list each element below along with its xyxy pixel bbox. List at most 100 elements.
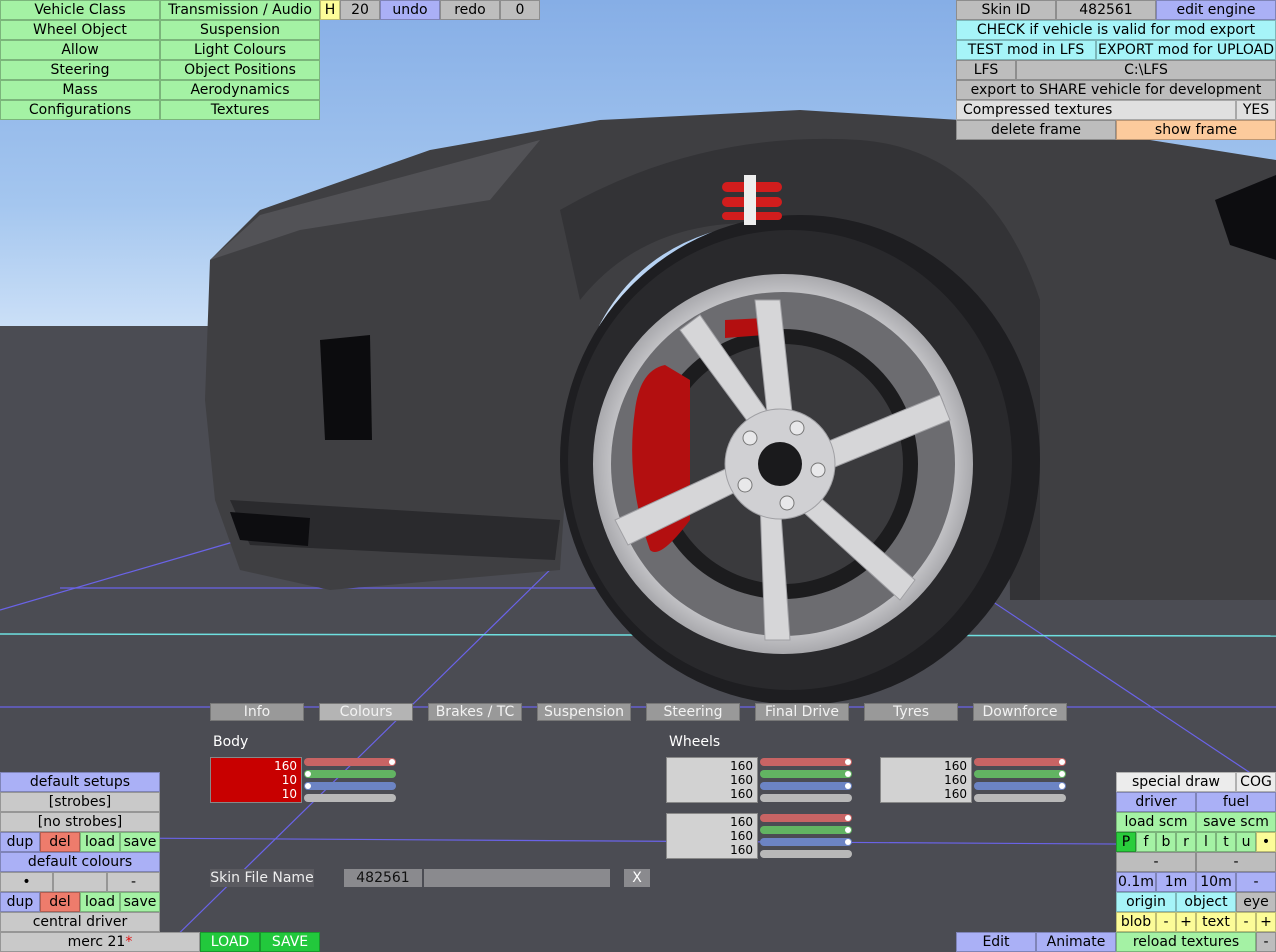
- object-button[interactable]: object: [1176, 892, 1236, 912]
- default-setups-button[interactable]: default setups: [0, 772, 160, 792]
- body-red-slider[interactable]: [304, 758, 396, 766]
- no-strobes-button[interactable]: [no strobes]: [0, 812, 160, 832]
- show-frame-button[interactable]: show frame: [1116, 120, 1276, 140]
- menu-object-positions[interactable]: Object Positions: [160, 60, 320, 80]
- menu-configurations[interactable]: Configurations: [0, 100, 160, 120]
- dash-button-2[interactable]: -: [1196, 852, 1276, 872]
- eye-button[interactable]: eye: [1236, 892, 1276, 912]
- view-t-button[interactable]: t: [1216, 832, 1236, 852]
- wheels-colour-swatch-2[interactable]: 160 160 160: [880, 757, 972, 803]
- menu-vehicle-class[interactable]: Vehicle Class: [0, 0, 160, 20]
- body-alpha-slider[interactable]: [304, 794, 396, 802]
- tab-steering[interactable]: Steering: [646, 703, 740, 721]
- edit-button[interactable]: Edit: [956, 932, 1036, 952]
- step-0-1m-button[interactable]: 0.1m: [1116, 872, 1156, 892]
- tab-suspension[interactable]: Suspension: [537, 703, 631, 721]
- redo-button[interactable]: redo: [440, 0, 500, 20]
- tab-tyres[interactable]: Tyres: [864, 703, 958, 721]
- delete-frame-button[interactable]: delete frame: [956, 120, 1116, 140]
- load-scm-button[interactable]: load scm: [1116, 812, 1196, 832]
- compressed-textures-toggle[interactable]: YES: [1236, 100, 1276, 120]
- text-minus-button[interactable]: -: [1236, 912, 1256, 932]
- dash-button-1[interactable]: -: [1116, 852, 1196, 872]
- menu-steering[interactable]: Steering: [0, 60, 160, 80]
- export-mod-button[interactable]: EXPORT mod for UPLOAD: [1096, 40, 1276, 60]
- blob-button[interactable]: blob: [1116, 912, 1156, 932]
- wheels1-alpha-slider[interactable]: [760, 794, 852, 802]
- step-10m-button[interactable]: 10m: [1196, 872, 1236, 892]
- driver-button[interactable]: driver: [1116, 792, 1196, 812]
- save-scm-button[interactable]: save scm: [1196, 812, 1276, 832]
- step-1m-button[interactable]: 1m: [1156, 872, 1196, 892]
- body-green-slider[interactable]: [304, 770, 396, 778]
- tab-brakes-tc[interactable]: Brakes / TC: [428, 703, 522, 721]
- setups-del-button[interactable]: del: [40, 832, 80, 852]
- tab-info[interactable]: Info: [210, 703, 304, 721]
- cog-button[interactable]: COG: [1236, 772, 1276, 792]
- wheels1-green-slider[interactable]: [760, 770, 852, 778]
- car-name-field[interactable]: merc 21 *: [0, 932, 200, 952]
- menu-suspension[interactable]: Suspension: [160, 20, 320, 40]
- wheels-colour-swatch-3[interactable]: 160 160 160: [666, 813, 758, 859]
- check-valid-button[interactable]: CHECK if vehicle is valid for mod export: [956, 20, 1276, 40]
- export-share-button[interactable]: export to SHARE vehicle for development: [956, 80, 1276, 100]
- colours-save-button[interactable]: save: [120, 892, 160, 912]
- reload-minus-button[interactable]: -: [1256, 932, 1276, 952]
- lfs-path[interactable]: C:\LFS: [1016, 60, 1276, 80]
- text-plus-button[interactable]: +: [1256, 912, 1276, 932]
- menu-aerodynamics[interactable]: Aerodynamics: [160, 80, 320, 100]
- save-button[interactable]: SAVE: [260, 932, 320, 952]
- default-colours-button[interactable]: default colours: [0, 852, 160, 872]
- tab-downforce[interactable]: Downforce: [973, 703, 1067, 721]
- menu-light-colours[interactable]: Light Colours: [160, 40, 320, 60]
- view-p-button[interactable]: P: [1116, 832, 1136, 852]
- fuel-button[interactable]: fuel: [1196, 792, 1276, 812]
- menu-textures[interactable]: Textures: [160, 100, 320, 120]
- wheels2-blue-slider[interactable]: [974, 782, 1066, 790]
- view-dot-button[interactable]: •: [1256, 832, 1276, 852]
- menu-allow[interactable]: Allow: [0, 40, 160, 60]
- 3d-viewport[interactable]: [0, 0, 1276, 952]
- wheels3-red-slider[interactable]: [760, 814, 852, 822]
- strobes-button[interactable]: [strobes]: [0, 792, 160, 812]
- blob-plus-button[interactable]: +: [1176, 912, 1196, 932]
- wheels2-red-slider[interactable]: [974, 758, 1066, 766]
- wheels3-alpha-slider[interactable]: [760, 850, 852, 858]
- setups-save-button[interactable]: save: [120, 832, 160, 852]
- colours-dup-button[interactable]: dup: [0, 892, 40, 912]
- colours-load-button[interactable]: load: [80, 892, 120, 912]
- wheels2-green-slider[interactable]: [974, 770, 1066, 778]
- setups-load-button[interactable]: load: [80, 832, 120, 852]
- step-minus-button[interactable]: -: [1236, 872, 1276, 892]
- skin-file-clear-button[interactable]: X: [624, 869, 650, 887]
- view-l-button[interactable]: l: [1196, 832, 1216, 852]
- reload-textures-button[interactable]: reload textures: [1116, 932, 1256, 952]
- colours-middle-button[interactable]: [53, 872, 107, 892]
- edit-engine-button[interactable]: edit engine: [1156, 0, 1276, 20]
- menu-wheel-object[interactable]: Wheel Object: [0, 20, 160, 40]
- skin-file-name-value[interactable]: 482561: [344, 869, 422, 887]
- colours-dot-button[interactable]: •: [0, 872, 53, 892]
- wheels2-alpha-slider[interactable]: [974, 794, 1066, 802]
- wheels-colour-swatch-1[interactable]: 160 160 160: [666, 757, 758, 803]
- menu-transmission-audio[interactable]: Transmission / Audio: [160, 0, 320, 20]
- colours-del-button[interactable]: del: [40, 892, 80, 912]
- undo-button[interactable]: undo: [380, 0, 440, 20]
- h-button[interactable]: H: [320, 0, 340, 20]
- tab-final-drive[interactable]: Final Drive: [755, 703, 849, 721]
- load-button[interactable]: LOAD: [200, 932, 260, 952]
- wheels3-green-slider[interactable]: [760, 826, 852, 834]
- step-value[interactable]: 20: [340, 0, 380, 20]
- skin-file-name-input[interactable]: [424, 869, 610, 887]
- body-blue-slider[interactable]: [304, 782, 396, 790]
- blob-minus-button[interactable]: -: [1156, 912, 1176, 932]
- test-mod-button[interactable]: TEST mod in LFS: [956, 40, 1096, 60]
- wheels1-blue-slider[interactable]: [760, 782, 852, 790]
- text-button[interactable]: text: [1196, 912, 1236, 932]
- setups-dup-button[interactable]: dup: [0, 832, 40, 852]
- skin-id-value[interactable]: 482561: [1056, 0, 1156, 20]
- tab-colours[interactable]: Colours: [319, 703, 413, 721]
- colours-dash-button[interactable]: -: [107, 872, 160, 892]
- body-colour-swatch[interactable]: 160 10 10: [210, 757, 302, 803]
- special-draw-button[interactable]: special draw: [1116, 772, 1236, 792]
